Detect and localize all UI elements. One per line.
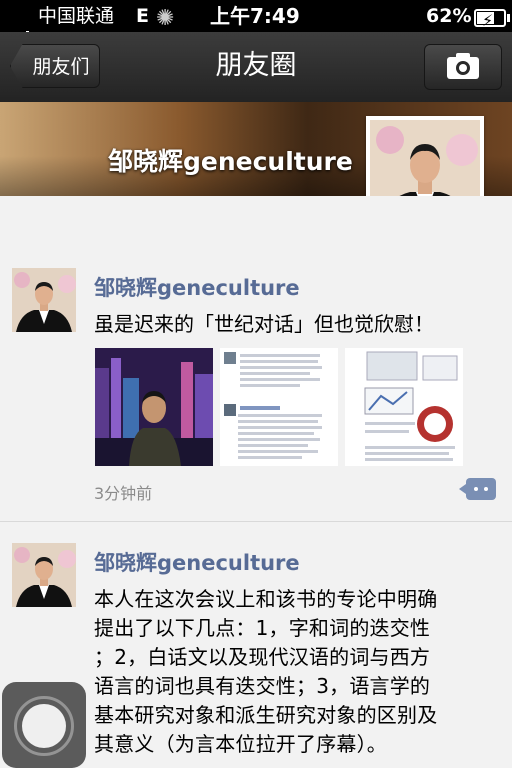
carrier-name: 中国联通 (38, 5, 115, 27)
signal-strength-icon (6, 11, 31, 43)
comment-button[interactable] (459, 478, 496, 500)
navigation-bar: 朋友们 朋友圈 (0, 32, 512, 103)
post-text-line: 本人在这次会议上和该书的专论中明确 (94, 587, 438, 611)
network-type: E (136, 5, 149, 27)
post-divider (0, 521, 512, 522)
status-bar: 中国联通 E ✺ 上午7:49 62% ⚡ (0, 0, 512, 43)
post-image-thumbnail[interactable] (220, 348, 338, 466)
post-text-line: ；2，白话文以及现代汉语的词与西方 (94, 645, 431, 669)
chart-screenshot (345, 348, 463, 466)
post-text-line: 其意义（为言本位拉开了序幕）。 (94, 732, 387, 756)
battery-icon: ⚡ (474, 9, 510, 30)
post-image-thumbnail[interactable] (95, 348, 213, 466)
photo-night-city (95, 348, 213, 466)
post-text-line: 提出了以下几点：1，字和词的迭交性 (94, 616, 431, 640)
assistive-touch-button[interactable] (2, 682, 86, 768)
post-text-body: 本人在这次会议上和该书的专论中明确 提出了以下几点：1，字和词的迭交性 ；2，白… (94, 585, 484, 759)
profile-name[interactable]: 邹晓辉geneculture (108, 142, 353, 178)
camera-button[interactable] (424, 44, 502, 90)
battery-percent: 62% (426, 5, 472, 27)
post-author-avatar[interactable] (12, 543, 76, 607)
post-text-line: 语言的词也具有迭交性；3，语言学的 (94, 674, 431, 698)
activity-spinner-icon: ✺ (156, 6, 175, 31)
post-text: 虽是迟来的「世纪对话」但也觉欣慰！ (94, 312, 434, 336)
document-screenshot (220, 348, 338, 466)
assistive-touch-core-icon (22, 704, 66, 748)
clock: 上午7:49 (210, 4, 300, 28)
post-text-line: 基本研究对象和派生研究对象的区别及 (94, 703, 438, 727)
post-timestamp: 3分钟前 (94, 484, 153, 503)
post-image-thumbnail[interactable] (345, 348, 463, 466)
post-author-name[interactable]: 邹晓辉geneculture (94, 547, 300, 577)
camera-icon (447, 53, 479, 79)
post-author-avatar[interactable] (12, 268, 76, 332)
post-author-name[interactable]: 邹晓辉geneculture (94, 272, 300, 302)
